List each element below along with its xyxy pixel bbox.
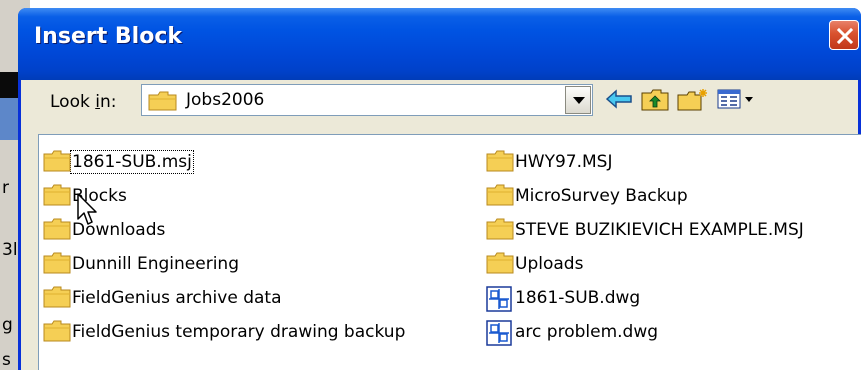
file-list[interactable]: 1861-SUB.msj Blocks Downloads Dunnill En… [38, 134, 861, 370]
dwg-file-icon [486, 286, 512, 312]
list-item[interactable]: STEVE BUZIKIEVICH EXAMPLE.MSJ [486, 217, 805, 243]
list-item[interactable]: FieldGenius temporary drawing backup [43, 319, 406, 345]
new-folder-icon[interactable] [677, 88, 709, 112]
background-text: r [2, 178, 9, 198]
folder-icon [43, 218, 71, 240]
background-text: g [2, 315, 13, 335]
view-menu-icon[interactable] [717, 88, 757, 110]
folder-icon [148, 91, 177, 111]
look-in-value: Jobs2006 [186, 90, 265, 110]
list-item[interactable]: 1861-SUB.msj [43, 149, 194, 175]
folder-icon [43, 150, 71, 172]
folder-icon [486, 184, 514, 206]
folder-icon [486, 150, 514, 172]
folder-icon [43, 252, 71, 274]
insert-block-dialog: Insert Block Look in: Jobs2006 1861-SUB.… [18, 8, 861, 370]
background-text: 3l [2, 240, 18, 260]
look-in-label: Look in: [50, 92, 117, 112]
up-folder-icon[interactable] [641, 88, 669, 112]
folder-icon [43, 184, 71, 206]
folder-icon [43, 320, 71, 342]
list-item[interactable]: arc problem.dwg [486, 319, 659, 346]
dropdown-button[interactable] [565, 86, 591, 114]
list-item[interactable]: HWY97.MSJ [486, 149, 613, 175]
close-icon [836, 27, 854, 45]
folder-icon [486, 252, 514, 274]
background-text: s [2, 350, 11, 370]
dwg-file-icon [486, 320, 512, 346]
list-item[interactable]: 1861-SUB.dwg [486, 285, 641, 312]
folder-icon [486, 218, 514, 240]
close-button[interactable] [829, 20, 859, 50]
list-item[interactable]: Uploads [486, 251, 584, 277]
dialog-title: Insert Block [34, 24, 182, 49]
look-in-dropdown[interactable]: Jobs2006 [141, 84, 593, 116]
back-arrow-icon[interactable] [605, 88, 633, 110]
title-bar[interactable]: Insert Block [18, 8, 861, 80]
screen-background [0, 0, 861, 8]
list-item[interactable]: FieldGenius archive data [43, 285, 283, 311]
folder-icon [43, 286, 71, 308]
mouse-cursor-icon [77, 193, 97, 225]
list-item[interactable]: MicroSurvey Backup [486, 183, 689, 209]
chevron-down-icon [573, 97, 585, 104]
list-item[interactable]: Dunnill Engineering [43, 251, 240, 277]
list-item[interactable]: Downloads [43, 217, 166, 243]
